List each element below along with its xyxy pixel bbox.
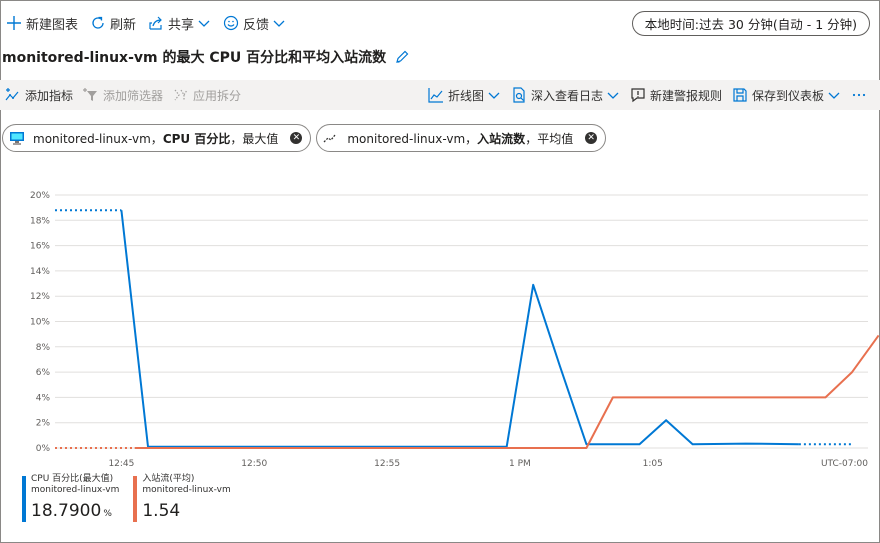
time-range-label: 本地时间:过去 30 分钟(自动 - 1 分钟) [644,17,857,32]
pill-resource: monitored-linux-vm， [347,131,478,146]
save-icon [733,88,747,102]
legend-value-number: 18.7900 [31,501,102,521]
save-to-dashboard-label: 保存到仪表板 [751,88,824,103]
legend-name: 入站流(平均) [142,474,195,484]
alert-icon [631,88,645,103]
series-1-line [134,334,880,449]
metric-pill-inbound-flows[interactable]: monitored-linux-vm， 入站流数 ，平均值 ✕ [316,124,607,152]
pill-aggregation: ，最大值 [230,131,279,146]
share-label: 共享 [168,17,195,33]
x-tick-label: 12:50 [241,459,267,469]
y-tick-label: 12% [30,292,50,302]
y-tick-label: 16% [30,242,50,252]
legend-value-number: 1.54 [142,501,181,521]
chart-toolbar: 添加指标 添加筛选器 应用拆分 折线图 深入查看日志 新建警报规则 保存到仪表板 [0,80,880,110]
legend-value: 18.7900% [31,499,119,526]
edit-title-button[interactable] [394,49,410,65]
new-chart-label: 新建图表 [26,17,79,33]
chart-title: monitored-linux-vm 的最大 CPU 百分比和平均入站流数 [2,50,387,66]
new-alert-rule-button[interactable]: 新建警报规则 [625,80,727,110]
y-tick-label: 8% [36,343,51,353]
legend-swatch [22,476,26,522]
logs-icon [513,87,525,103]
pill-metric: 入站流数 [477,131,526,146]
chart-title-row: monitored-linux-vm 的最大 CPU 百分比和平均入站流数 [2,45,410,69]
time-range-picker[interactable]: 本地时间:过去 30 分钟(自动 - 1 分钟) [631,11,870,36]
filter-icon [83,88,98,101]
x-tick-label: 12:45 [108,459,134,469]
chart-type-label: 折线图 [447,88,484,103]
more-icon [852,93,866,97]
timezone-label: UTC-07:00 [821,459,868,469]
share-button[interactable]: 共享 [142,8,217,38]
y-tick-label: 14% [30,267,50,277]
vm-icon [9,130,25,146]
split-icon [174,89,188,101]
new-alert-rule-label: 新建警报规则 [649,88,722,103]
legend-resource: monitored-linux-vm [31,485,120,495]
smiley-icon [223,15,239,31]
chevron-down-icon [488,92,500,99]
apply-split-button[interactable]: 应用拆分 [168,80,246,110]
chart-legend: CPU 百分比(最大值) monitored-linux-vm 18.7900%… [22,474,245,526]
x-tick-label: 1:05 [643,459,663,469]
save-to-dashboard-button[interactable]: 保存到仪表板 [727,80,846,110]
feedback-label: 反馈 [243,17,270,33]
feedback-button[interactable]: 反馈 [217,8,292,38]
add-metric-button[interactable]: 添加指标 [0,80,78,110]
x-tick-label: 12:55 [374,459,400,469]
line-chart-icon [428,88,443,103]
y-tick-label: 6% [36,368,51,378]
y-tick-label: 18% [30,216,50,226]
add-filter-label: 添加筛选器 [103,88,164,103]
legend-resource: monitored-linux-vm [142,485,231,495]
refresh-label: 刷新 [110,17,137,33]
plus-icon [7,16,21,30]
metric-pill-cpu[interactable]: monitored-linux-vm， CPU 百分比 ，最大值 ✕ [2,124,312,152]
metric-line-icon [323,130,339,146]
pill-resource: monitored-linux-vm， [33,131,163,146]
legend-value: 1.54 [142,499,230,523]
metric-pills: monitored-linux-vm， CPU 百分比 ，最大值 ✕ monit… [2,124,611,154]
y-tick-label: 20% [30,191,50,201]
share-icon [149,16,162,30]
chevron-down-icon [198,20,210,27]
chart-type-button[interactable]: 折线图 [423,80,506,110]
legend-value-unit: % [103,509,112,519]
close-icon[interactable]: ✕ [290,132,303,144]
legend-item-inbound-flows[interactable]: 入站流(平均) monitored-linux-vm 1.54 [133,474,231,526]
pill-metric: CPU 百分比 [162,131,231,146]
drill-into-logs-label: 深入查看日志 [530,88,603,103]
add-metric-label: 添加指标 [25,88,74,103]
add-filter-button[interactable]: 添加筛选器 [78,80,168,110]
y-tick-label: 10% [30,318,50,328]
close-icon[interactable]: ✕ [585,132,598,144]
legend-item-cpu[interactable]: CPU 百分比(最大值) monitored-linux-vm 18.7900% [22,474,119,526]
pill-aggregation: ，平均值 [525,131,574,146]
chevron-down-icon [607,92,619,99]
y-tick-label: 4% [36,393,51,403]
drill-into-logs-button[interactable]: 深入查看日志 [506,80,625,110]
y-tick-label: 0% [36,444,51,454]
pencil-icon [396,50,409,63]
more-button[interactable] [846,80,876,110]
y-tick-label: 2% [36,419,51,429]
chevron-down-icon [828,92,840,99]
refresh-button[interactable]: 刷新 [84,8,142,38]
add-metric-icon [5,88,19,101]
legend-name: CPU 百分比(最大值) [31,474,114,484]
apply-split-label: 应用拆分 [193,88,242,103]
chevron-down-icon [273,20,285,27]
new-chart-button[interactable]: 新建图表 [0,8,84,38]
refresh-icon [92,16,104,29]
metrics-chart[interactable]: 20% 18% 16% 14% 12% 10% 8% 6% 4% 2% 0% 12:45 12:50 12… [0,180,880,472]
x-tick-label: 1 PM [509,459,531,469]
legend-swatch [133,476,138,522]
